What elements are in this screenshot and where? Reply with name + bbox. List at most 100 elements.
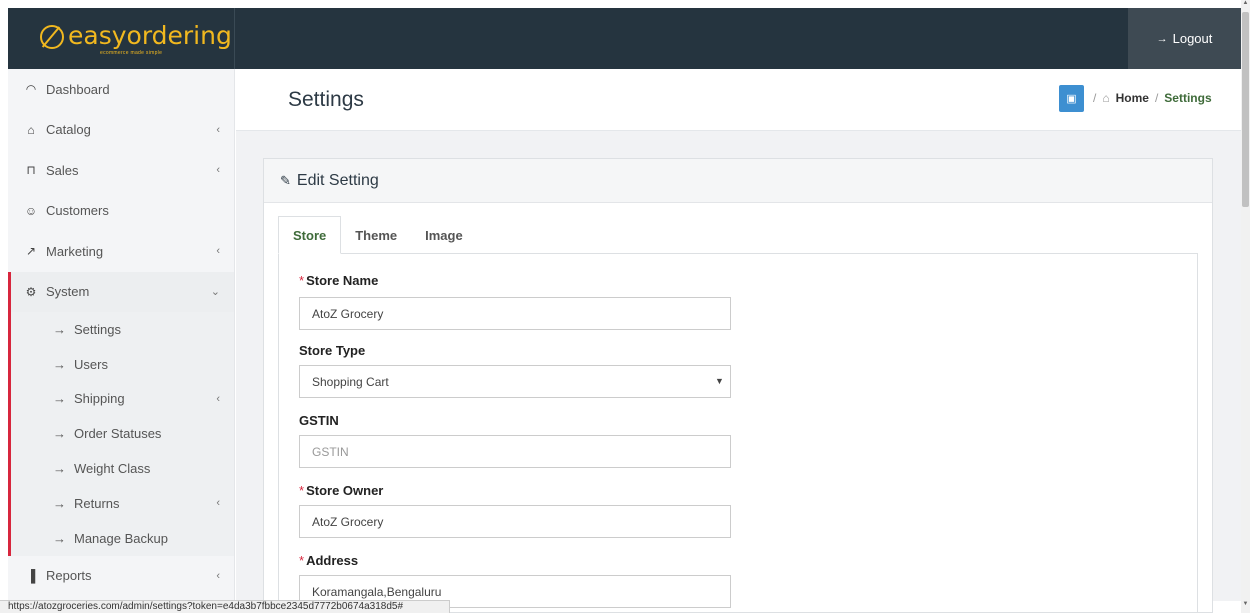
share-icon: ↗ bbox=[25, 244, 37, 259]
tab-theme[interactable]: Theme bbox=[341, 216, 411, 254]
sidebar-item-customers[interactable]: ☺ Customers bbox=[8, 191, 234, 232]
sidebar-subitem-manage-backup[interactable]: → Manage Backup bbox=[11, 521, 234, 556]
sidebar-subitem-label: Shipping bbox=[74, 391, 125, 407]
store-name-label: * Store Name bbox=[299, 273, 378, 288]
sign-out-icon: → bbox=[1156, 32, 1168, 45]
breadcrumb-separator: / bbox=[1154, 91, 1159, 105]
sidebar-item-catalog[interactable]: ⌂ Catalog ‹ bbox=[8, 110, 234, 151]
tab-store[interactable]: Store bbox=[278, 216, 342, 254]
cart-icon: ⊓ bbox=[26, 163, 36, 178]
browser-status-url: https://atozgroceries.com/admin/settings… bbox=[0, 600, 450, 613]
store-type-selected: Shopping Cart bbox=[312, 374, 389, 389]
gstin-label: GSTIN bbox=[299, 413, 339, 428]
page-header: Settings ▣ / ⌂ Home / Settings bbox=[236, 69, 1241, 131]
sidebar-subitem-settings[interactable]: → Settings bbox=[11, 312, 234, 347]
page-scrollbar[interactable]: ▲ ▼ bbox=[1241, 0, 1250, 613]
top-navbar: easyordering ecommerce made simple → Log… bbox=[8, 8, 1241, 69]
panel-heading: ✎ Edit Setting bbox=[264, 159, 1212, 203]
chevron-down-icon: ⌄ bbox=[210, 286, 220, 299]
sidebar-subitem-label: Returns bbox=[74, 495, 120, 511]
store-type-select[interactable]: Shopping Cart bbox=[299, 365, 731, 398]
breadcrumb-separator: / bbox=[1093, 91, 1097, 105]
sidebar-subitem-returns[interactable]: → Returns ‹ bbox=[11, 486, 234, 521]
pencil-icon: ✎ bbox=[280, 172, 291, 188]
user-icon: ☺ bbox=[24, 203, 38, 218]
arrow-right-icon: → bbox=[53, 426, 66, 442]
sidebar-item-dashboard[interactable]: ◠ Dashboard bbox=[8, 69, 234, 110]
sidebar-subitem-label: Manage Backup bbox=[74, 530, 168, 546]
logo-mark-icon bbox=[40, 25, 64, 49]
store-name-input[interactable] bbox=[299, 297, 731, 330]
gstin-input[interactable] bbox=[299, 435, 731, 468]
arrow-right-icon: → bbox=[53, 321, 66, 337]
sidebar-item-label: Reports bbox=[46, 568, 92, 584]
sidebar-item-label: Dashboard bbox=[46, 81, 110, 97]
sidebar-system-group: ⚙ System ⌄ → Settings → Users → Shipping… bbox=[8, 271, 234, 556]
breadcrumb: / ⌂ Home / Settings bbox=[1093, 91, 1212, 105]
sidebar-item-reports[interactable]: ▐ Reports ‹ bbox=[8, 556, 234, 597]
breadcrumb-home-link[interactable]: Home bbox=[1116, 91, 1149, 105]
store-owner-label-text: Store Owner bbox=[306, 483, 384, 498]
breadcrumb-current[interactable]: Settings bbox=[1164, 91, 1211, 105]
required-marker: * bbox=[299, 553, 305, 568]
tag-icon: ⌂ bbox=[27, 122, 35, 137]
logo[interactable]: easyordering ecommerce made simple bbox=[8, 8, 235, 69]
sidebar-subitem-order-statuses[interactable]: → Order Statuses bbox=[11, 416, 234, 451]
panel-title: Edit Setting bbox=[296, 171, 379, 189]
arrow-right-icon: → bbox=[53, 356, 66, 372]
tab-content-store: *Store Name Store Type Shopping Cart ▼ G… bbox=[278, 254, 1198, 613]
required-marker: * bbox=[299, 273, 305, 288]
store-name-label-text: Store Name bbox=[306, 273, 379, 288]
sidebar-subitem-users[interactable]: → Users bbox=[11, 347, 234, 382]
scroll-up-icon[interactable]: ▲ bbox=[1241, 0, 1250, 10]
edit-setting-panel: ✎ Edit Setting Store Theme Image * Store … bbox=[263, 158, 1213, 613]
logo-text: easyordering bbox=[68, 21, 232, 50]
home-icon: ⌂ bbox=[1102, 91, 1110, 105]
gear-icon: ⚙ bbox=[25, 284, 37, 299]
dashboard-icon: ◠ bbox=[25, 82, 37, 97]
required-marker: * bbox=[299, 483, 305, 498]
scroll-down-icon[interactable]: ▼ bbox=[1241, 601, 1250, 611]
store-owner-label: * Store Owner bbox=[299, 483, 383, 498]
sidebar-item-label: System bbox=[46, 284, 90, 300]
logout-button[interactable]: → Logout bbox=[1128, 8, 1241, 69]
bar-chart-icon: ▐ bbox=[26, 568, 36, 583]
chevron-left-icon: ‹ bbox=[216, 497, 220, 510]
sidebar-item-sales[interactable]: ⊓ Sales ‹ bbox=[8, 150, 234, 191]
arrow-right-icon: → bbox=[53, 461, 66, 477]
chevron-left-icon: ‹ bbox=[216, 164, 220, 177]
sidebar-item-label: Marketing bbox=[46, 243, 104, 259]
store-name-group: * Store Name bbox=[299, 273, 731, 330]
logout-label: Logout bbox=[1172, 31, 1213, 46]
sidebar-subitem-label: Settings bbox=[74, 321, 121, 337]
arrow-right-icon: → bbox=[53, 391, 66, 407]
sidebar-subitem-label: Users bbox=[74, 356, 108, 372]
sidebar: ◠ Dashboard ⌂ Catalog ‹ ⊓ Sales ‹ ☺ Cust… bbox=[8, 69, 235, 601]
page-title: Settings bbox=[288, 88, 364, 111]
chevron-left-icon: ‹ bbox=[216, 123, 220, 136]
sidebar-subitem-label: Weight Class bbox=[74, 461, 151, 477]
sidebar-item-marketing[interactable]: ↗ Marketing ‹ bbox=[8, 231, 234, 272]
sidebar-subitem-weight-class[interactable]: → Weight Class bbox=[11, 451, 234, 486]
store-type-group: Store Type Shopping Cart ▼ bbox=[299, 343, 731, 398]
tab-image[interactable]: Image bbox=[411, 216, 477, 254]
arrow-right-icon: → bbox=[53, 530, 66, 546]
scroll-thumb[interactable] bbox=[1242, 12, 1249, 207]
store-type-label: Store Type bbox=[299, 343, 366, 358]
store-owner-input[interactable] bbox=[299, 505, 731, 538]
save-button[interactable]: ▣ bbox=[1059, 85, 1084, 112]
sidebar-item-label: Customers bbox=[46, 203, 109, 219]
settings-tabs: Store Theme Image bbox=[278, 216, 477, 254]
address-label: * Address bbox=[299, 553, 358, 568]
sidebar-subitem-shipping[interactable]: → Shipping ‹ bbox=[11, 382, 234, 417]
logo-tagline: ecommerce made simple bbox=[100, 50, 163, 56]
sidebar-item-system[interactable]: ⚙ System ⌄ bbox=[11, 271, 234, 312]
sidebar-item-label: Catalog bbox=[46, 122, 91, 138]
sidebar-item-label: Sales bbox=[46, 162, 79, 178]
floppy-disk-icon: ▣ bbox=[1066, 93, 1077, 105]
store-owner-group: * Store Owner bbox=[299, 483, 731, 538]
chevron-left-icon: ‹ bbox=[216, 569, 220, 582]
gstin-group: GSTIN bbox=[299, 413, 731, 468]
chevron-left-icon: ‹ bbox=[216, 245, 220, 258]
address-group: * Address bbox=[299, 553, 731, 608]
